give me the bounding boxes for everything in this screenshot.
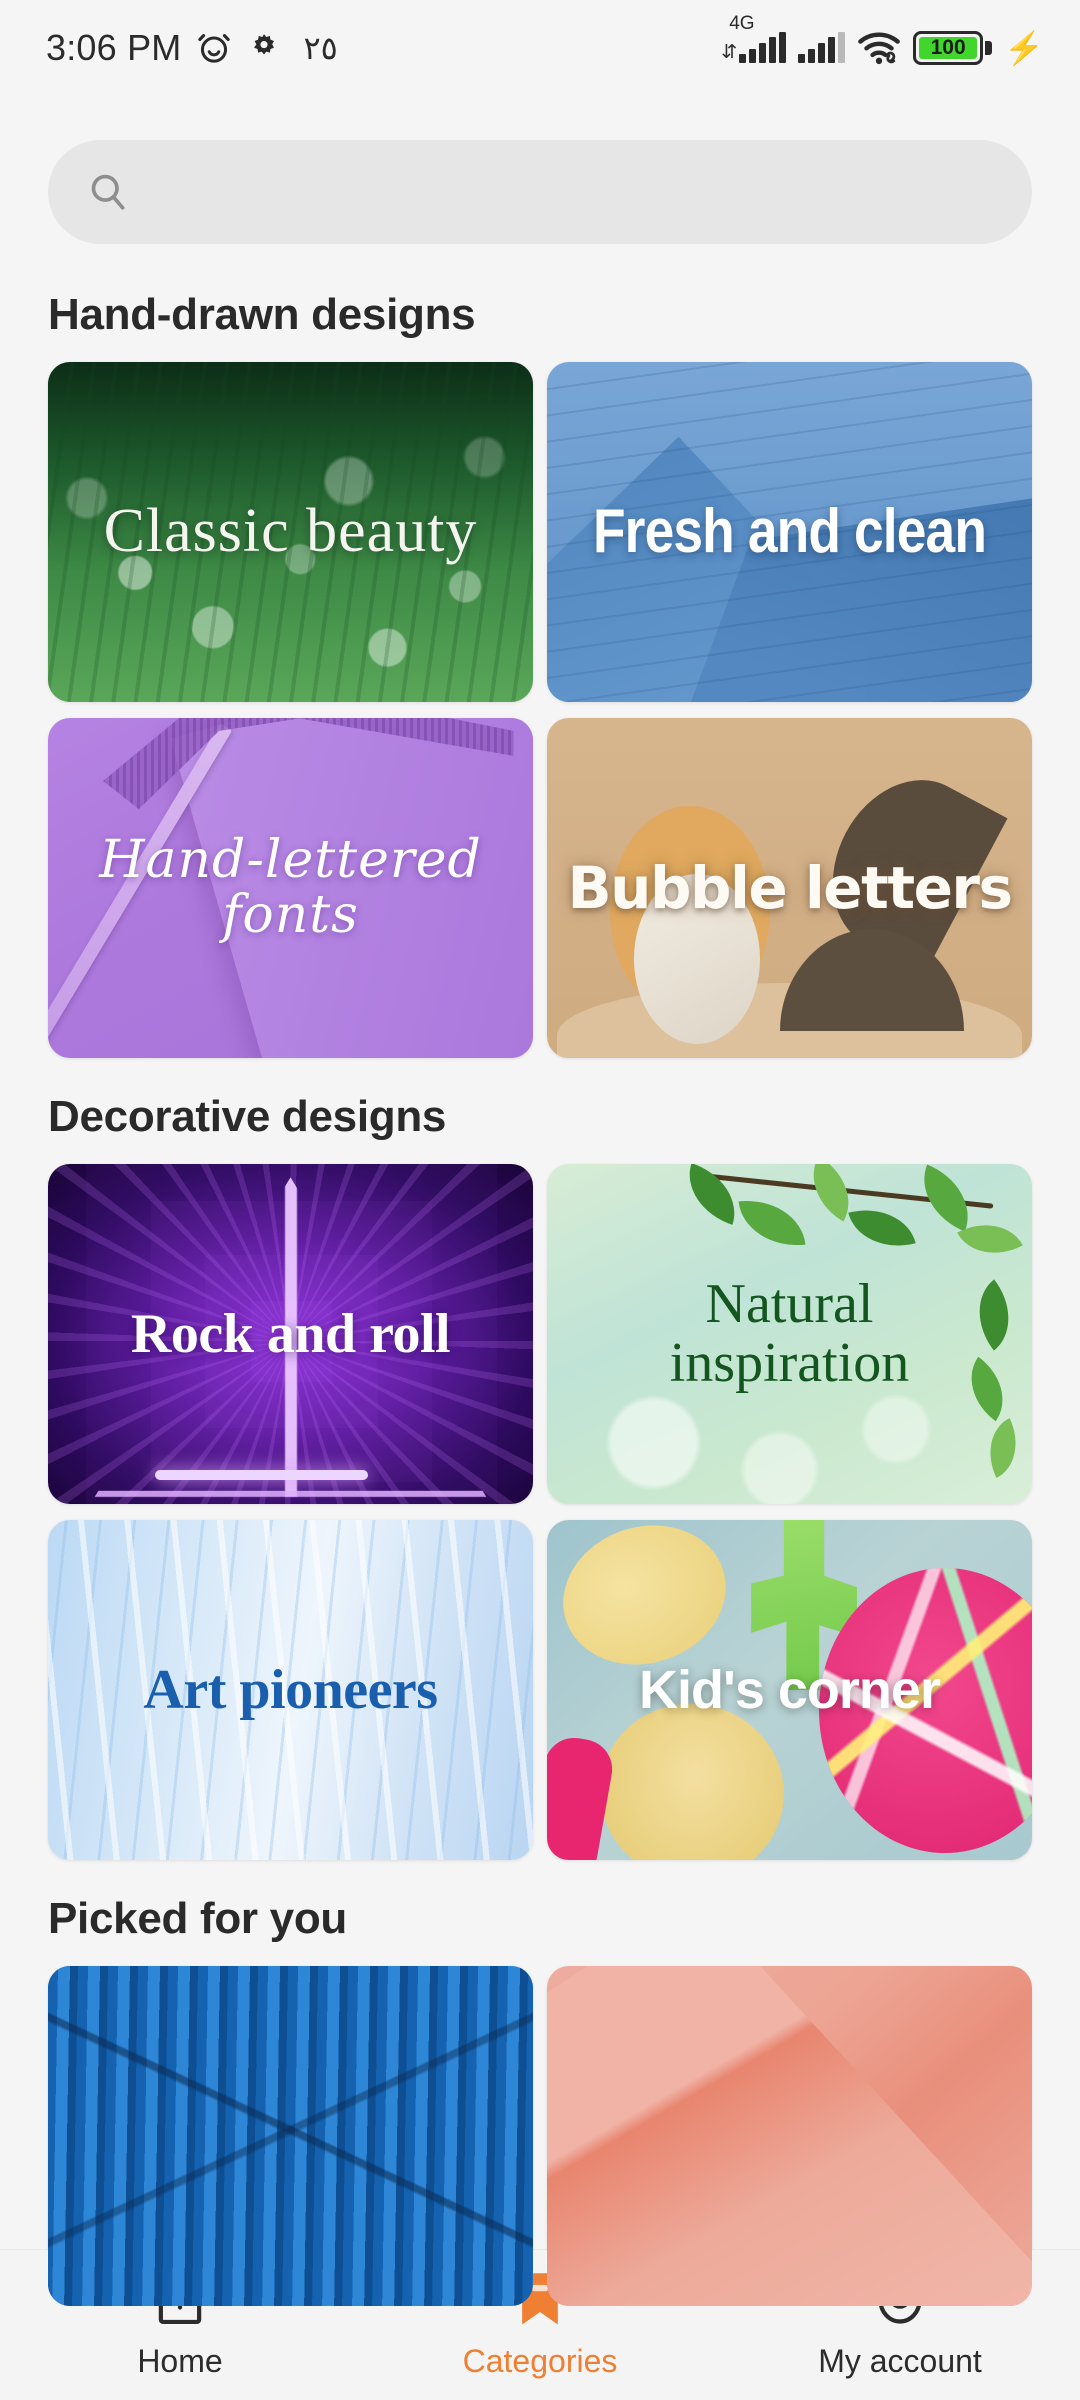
battery-level-label: 100 [919, 36, 978, 59]
section-title-decorative: Decorative designs [48, 1092, 447, 1141]
app-root: 3:06 PM ٢٥ 4G ⇵ 100 ⚡ Hand-drawn designs… [0, 0, 1080, 2400]
section-title-picked-for-you: Picked for you [48, 1894, 347, 1943]
category-card-rock-and-roll[interactable]: Rock and roll [48, 1164, 533, 1504]
search-icon [86, 170, 130, 214]
card-label: Hand-lettered fonts [99, 830, 482, 945]
data-transfer-arrows-icon: ⇵ [721, 42, 738, 63]
card-art-salmon-fold [547, 1966, 1032, 2306]
category-card-picked-1[interactable] [48, 1966, 533, 2306]
card-grid-hand-drawn: Classic beauty Fresh and clean Hand-lett… [48, 362, 1032, 1058]
card-label: Natural inspiration [547, 1275, 1032, 1393]
signal-bars [739, 32, 787, 63]
cellular-signal-primary-icon: 4G ⇵ [721, 13, 787, 63]
category-card-bubble-letters[interactable]: Bubble letters [547, 718, 1032, 1058]
gear-icon [247, 31, 281, 65]
battery-cap [985, 41, 993, 55]
category-card-kids-corner[interactable]: Kid's corner [547, 1520, 1032, 1860]
shape-leaf [738, 1194, 806, 1252]
category-card-natural-inspiration[interactable]: Natural inspiration [547, 1164, 1032, 1504]
section-hand-drawn: Hand-drawn designs Classic beauty Fresh … [48, 290, 1032, 1058]
card-label-line-2: inspiration [669, 1332, 910, 1394]
category-card-fresh-and-clean[interactable]: Fresh and clean [547, 362, 1032, 702]
section-picked-for-you: Picked for you [48, 1894, 1032, 2306]
card-label: Art pioneers [143, 1658, 438, 1721]
shape-leaf [847, 1198, 916, 1258]
battery-body: 100 [913, 31, 984, 65]
section-title-hand-drawn: Hand-drawn designs [48, 290, 476, 339]
nav-label-my-account: My account [818, 2342, 982, 2379]
category-card-hand-lettered-fonts[interactable]: Hand-lettered fonts [48, 718, 533, 1058]
card-label: Classic beauty [103, 497, 478, 566]
card-art-neon-bar [154, 1470, 369, 1481]
category-card-classic-beauty[interactable]: Classic beauty [48, 362, 533, 702]
status-bar-left: 3:06 PM ٢٥ [46, 27, 338, 69]
notification-count-arabic: ٢٥ [303, 30, 338, 66]
alarm-clock-icon [195, 29, 233, 67]
card-grid-decorative: Rock and roll Natural inspiration Art pi… [48, 1164, 1032, 1860]
shape-leaf [677, 1164, 747, 1225]
card-label: Kid's corner [639, 1659, 941, 1720]
category-list: Hand-drawn designs Classic beauty Fresh … [48, 276, 1032, 2316]
clock-time: 3:06 PM [46, 27, 182, 68]
cellular-signal-secondary-icon [798, 32, 846, 63]
card-label: Rock and roll [130, 1302, 451, 1365]
wifi-icon [857, 31, 901, 65]
category-card-picked-2[interactable] [547, 1966, 1032, 2306]
card-label-line-1: Natural [705, 1273, 874, 1336]
shape-leaf [975, 1418, 1031, 1479]
card-art-blue-stripes [48, 1966, 533, 2306]
nav-label-home: Home [137, 2342, 223, 2379]
card-label: Bubble letters [567, 853, 1013, 922]
battery-icon: 100 [913, 31, 993, 65]
link-icon [886, 51, 896, 64]
search-input[interactable] [48, 140, 1032, 244]
charging-bolt-icon: ⚡ [1004, 30, 1044, 66]
status-bar-right: 4G ⇵ 100 ⚡ [721, 13, 1044, 66]
nav-label-categories: Categories [462, 2342, 618, 2379]
network-type-label: 4G [729, 13, 755, 34]
status-bar: 3:06 PM ٢٥ 4G ⇵ 100 ⚡ [0, 0, 1080, 96]
section-decorative: Decorative designs Rock and roll Natural… [48, 1092, 1032, 1860]
card-label: Fresh and clean [592, 497, 987, 567]
shape-pink-strip [547, 1732, 618, 1860]
category-card-art-pioneers[interactable]: Art pioneers [48, 1520, 533, 1860]
